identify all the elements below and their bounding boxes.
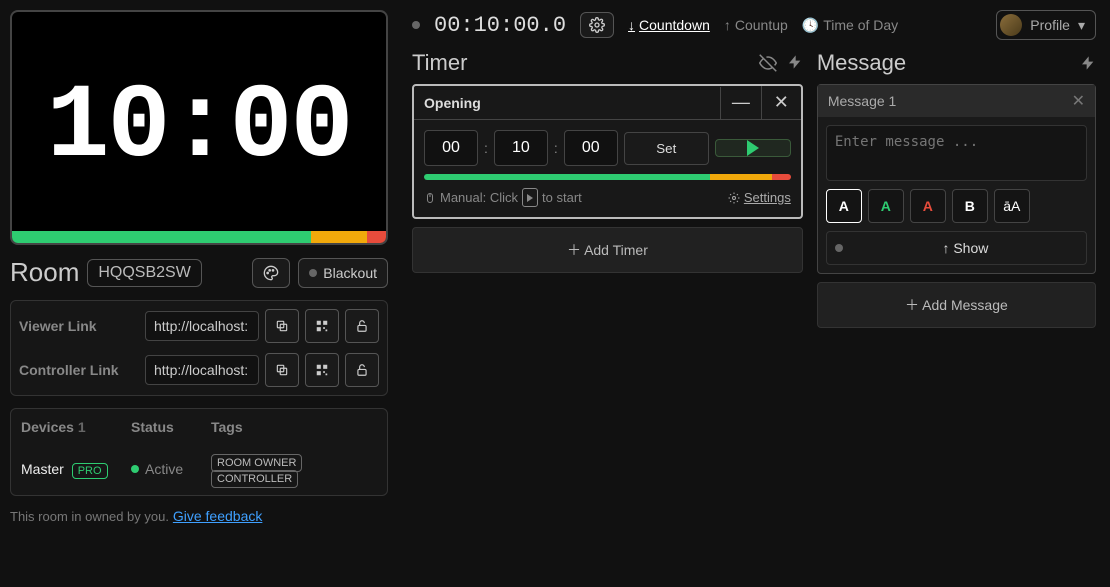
viewer-link-label: Viewer Link: [19, 318, 139, 334]
manual-hint: Manual: Click to start: [424, 188, 582, 207]
unlock-icon: [355, 363, 369, 377]
pro-badge: PRO: [72, 463, 108, 479]
bolt-icon[interactable]: [787, 54, 803, 72]
message-card: Message 1 ✕ A A A B āA: [817, 84, 1096, 274]
arrow-up-icon: ↑: [724, 17, 731, 33]
minimize-button[interactable]: —: [721, 86, 761, 119]
qr-controller-button[interactable]: [305, 353, 339, 387]
blackout-button[interactable]: Blackout: [298, 258, 388, 288]
copy-viewer-button[interactable]: [265, 309, 299, 343]
minutes-input[interactable]: [494, 130, 548, 166]
room-code[interactable]: HQQSB2SW: [87, 259, 201, 287]
style-bold-button[interactable]: B: [952, 189, 988, 223]
profile-button[interactable]: Profile ▾: [996, 10, 1096, 40]
dot-icon: [309, 269, 317, 277]
plus-icon: ＋: [567, 242, 581, 258]
avatar: [1000, 14, 1022, 36]
devices-count: 1: [78, 419, 86, 435]
arrow-down-icon: ↓: [628, 17, 635, 33]
plus-icon: ＋: [905, 297, 919, 313]
copy-icon: [275, 319, 289, 333]
palette-button[interactable]: [252, 258, 290, 288]
tags-header: Tags: [211, 419, 377, 435]
hours-input[interactable]: [424, 130, 478, 166]
style-white-button[interactable]: A: [826, 189, 862, 223]
mode-time-of-day[interactable]: 🕓 Time of Day: [802, 17, 898, 34]
lock-controller-button[interactable]: [345, 353, 379, 387]
close-button[interactable]: ✕: [1072, 91, 1085, 111]
topbar-time: 00:10:00.0: [434, 13, 566, 38]
status-dot-icon: [131, 465, 139, 473]
dot-icon: [835, 244, 843, 252]
palette-icon: [263, 265, 279, 281]
add-timer-button[interactable]: ＋ Add Timer: [412, 227, 803, 273]
mini-progress: [424, 174, 791, 180]
add-message-button[interactable]: ＋ Add Message: [817, 282, 1096, 328]
seconds-input[interactable]: [564, 130, 618, 166]
device-name: Master: [21, 461, 64, 477]
blackout-label: Blackout: [323, 265, 377, 281]
device-status: Active: [145, 461, 183, 477]
mode-countup[interactable]: ↑ Countup: [724, 17, 788, 33]
room-label: Room: [10, 257, 79, 288]
unlock-icon: [355, 319, 369, 333]
owned-text: This room in owned by you.: [10, 509, 169, 524]
feedback-link[interactable]: Give feedback: [173, 508, 263, 524]
message-textarea[interactable]: [826, 125, 1087, 181]
timer-card: Opening — ✕ : : Set: [412, 84, 803, 219]
tag-pill: CONTROLLER: [211, 470, 298, 488]
timer-display: 10:00: [10, 10, 388, 245]
close-button[interactable]: ✕: [761, 86, 801, 119]
gear-icon: [589, 17, 605, 33]
viewer-link-input[interactable]: [145, 311, 259, 341]
timer-settings-link[interactable]: Settings: [744, 190, 791, 205]
qr-viewer-button[interactable]: [305, 309, 339, 343]
play-button[interactable]: [715, 139, 791, 157]
progress-strip: [12, 231, 386, 243]
device-row: Master PRO Active ROOM OWNER CONTROLLER: [11, 445, 387, 495]
bolt-icon[interactable]: [1080, 55, 1096, 71]
mouse-icon: [424, 192, 436, 204]
devices-header: Devices: [21, 419, 74, 435]
qr-icon: [315, 363, 329, 377]
set-button[interactable]: Set: [624, 132, 709, 165]
copy-icon: [275, 363, 289, 377]
chevron-down-icon: ▾: [1078, 17, 1085, 34]
style-case-button[interactable]: āA: [994, 189, 1030, 223]
profile-label: Profile: [1030, 17, 1070, 33]
settings-button[interactable]: [580, 12, 614, 38]
controller-link-label: Controller Link: [19, 362, 139, 378]
timer-name[interactable]: Opening: [414, 87, 721, 119]
timer-panel-title: Timer: [412, 50, 467, 76]
message-name[interactable]: Message 1: [828, 93, 896, 109]
show-button[interactable]: ↑ Show: [853, 240, 1078, 256]
status-header: Status: [131, 419, 211, 435]
controller-link-input[interactable]: [145, 355, 259, 385]
qr-icon: [315, 319, 329, 333]
lock-viewer-button[interactable]: [345, 309, 379, 343]
gear-icon: [728, 192, 740, 204]
style-green-button[interactable]: A: [868, 189, 904, 223]
arrow-up-icon: ↑: [942, 240, 949, 256]
mode-countdown[interactable]: ↓ Countdown: [628, 17, 710, 33]
copy-controller-button[interactable]: [265, 353, 299, 387]
status-dot-icon: [412, 21, 420, 29]
style-red-button[interactable]: A: [910, 189, 946, 223]
eye-off-icon[interactable]: [759, 54, 777, 72]
clock-icon: 🕓: [802, 17, 819, 34]
message-panel-title: Message: [817, 50, 906, 76]
timer-big-time: 10:00: [46, 68, 351, 187]
play-icon: [747, 140, 759, 156]
